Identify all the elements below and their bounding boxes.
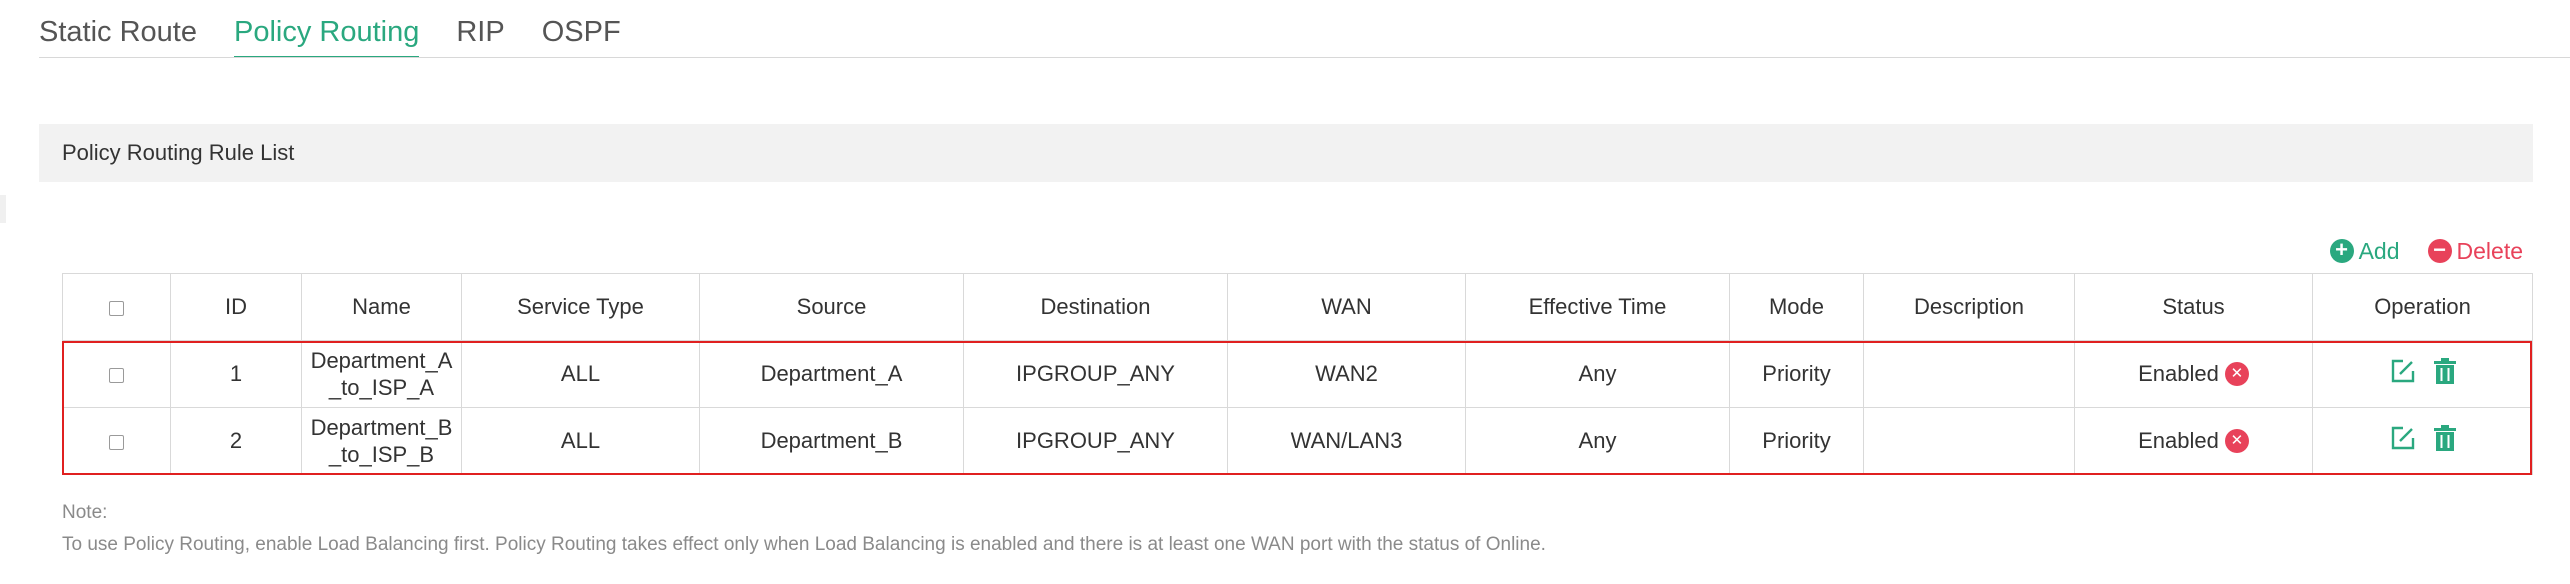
row-select-cell (62, 340, 171, 408)
cell-name: Department_B_to_ISP_B (301, 407, 462, 475)
tab-policy-routing[interactable]: Policy Routing (233, 0, 420, 58)
cell-status: Enabled ✕ (2074, 407, 2313, 475)
header-select-all-cell (62, 273, 171, 341)
delete-button[interactable]: − Delete (2427, 237, 2523, 265)
tab-static-route[interactable]: Static Route (39, 0, 197, 58)
header-service-type: Service Type (461, 273, 700, 341)
cell-effective-time: Any (1465, 407, 1730, 475)
header-mode: Mode (1729, 273, 1864, 341)
cell-id: 2 (170, 407, 302, 475)
cell-effective-time: Any (1465, 340, 1730, 408)
header-effective-time: Effective Time (1465, 273, 1730, 341)
note-label: Note: (62, 502, 108, 523)
row-checkbox[interactable] (109, 434, 124, 450)
row-checkbox[interactable] (109, 367, 124, 383)
cell-source: Department_B (699, 407, 964, 475)
status-text: Enabled (2138, 361, 2219, 386)
header-wan: WAN (1227, 273, 1466, 341)
cell-description (1863, 407, 2075, 475)
cell-status: Enabled ✕ (2074, 340, 2313, 408)
cell-service-type: ALL (461, 340, 700, 408)
header-operation: Operation (2312, 273, 2533, 341)
tab-rip[interactable]: RIP (456, 0, 504, 58)
cell-destination: IPGROUP_ANY (963, 340, 1228, 408)
table-row[interactable]: 2 Department_B_to_ISP_B ALL Department_B… (62, 407, 2533, 475)
cell-wan: WAN2 (1227, 340, 1466, 408)
edit-icon[interactable] (2390, 425, 2416, 457)
tab-bar: Static Route Policy Routing RIP OSPF (39, 0, 658, 58)
select-all-checkbox[interactable] (109, 300, 124, 316)
header-source: Source (699, 273, 964, 341)
header-id: ID (170, 273, 302, 341)
cell-description (1863, 340, 2075, 408)
edit-icon[interactable] (2390, 358, 2416, 390)
cell-source: Department_A (699, 340, 964, 408)
minus-circle-icon: − (2427, 239, 2452, 263)
policy-routing-table: ID Name Service Type Source Destination … (62, 273, 2533, 475)
note-text: To use Policy Routing, enable Load Balan… (62, 534, 1546, 555)
header-destination: Destination (963, 273, 1228, 341)
row-select-cell (62, 407, 171, 475)
cell-service-type: ALL (461, 407, 700, 475)
table-header-row: ID Name Service Type Source Destination … (62, 273, 2533, 341)
add-label: Add (2358, 237, 2400, 264)
cell-id: 1 (170, 340, 302, 408)
header-status: Status (2074, 273, 2313, 341)
trash-icon[interactable] (2433, 358, 2456, 390)
tab-divider (39, 57, 2570, 58)
trash-icon[interactable] (2433, 425, 2456, 457)
cell-mode: Priority (1729, 340, 1864, 408)
table-row[interactable]: 1 Department_A_to_ISP_A ALL Department_A… (62, 340, 2533, 408)
plus-circle-icon: + (2329, 239, 2354, 263)
cell-wan: WAN/LAN3 (1227, 407, 1466, 475)
delete-label: Delete (2456, 237, 2523, 264)
cell-name: Department_A_to_ISP_A (301, 340, 462, 408)
cell-operation (2312, 407, 2533, 475)
section-header: Policy Routing Rule List (39, 124, 2533, 182)
cell-operation (2312, 340, 2533, 408)
left-edge-marker (0, 195, 6, 223)
add-button[interactable]: + Add (2329, 237, 2400, 265)
section-title: Policy Routing Rule List (62, 140, 295, 165)
x-circle-icon[interactable]: ✕ (2224, 362, 2249, 386)
x-circle-icon[interactable]: ✕ (2224, 429, 2249, 453)
table-toolbar: + Add − Delete (2302, 236, 2523, 266)
cell-mode: Priority (1729, 407, 1864, 475)
header-name: Name (301, 273, 462, 341)
header-description: Description (1863, 273, 2075, 341)
cell-destination: IPGROUP_ANY (963, 407, 1228, 475)
tab-ospf[interactable]: OSPF (542, 0, 621, 58)
status-text: Enabled (2138, 428, 2219, 453)
